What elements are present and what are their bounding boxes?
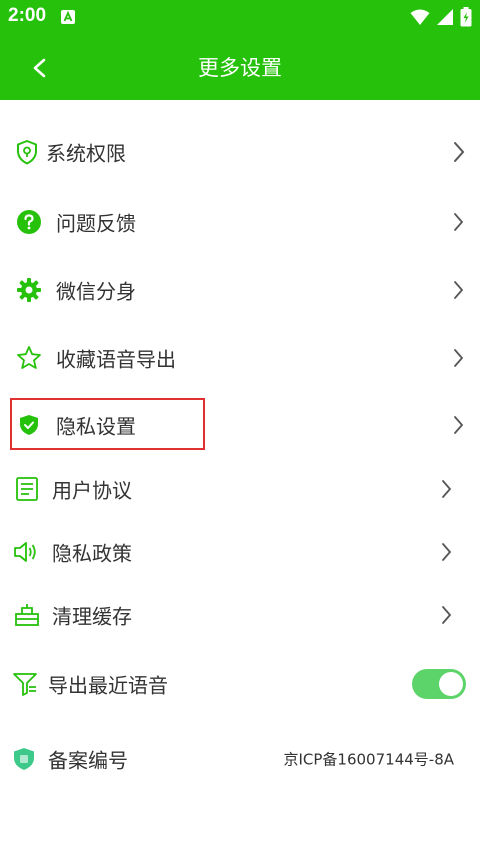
menu-item-export-recent: 导出最近语音 xyxy=(0,652,480,716)
menu-item-label: 隐私设置 xyxy=(56,414,136,439)
export-icon xyxy=(13,673,37,696)
chevron-right-icon xyxy=(454,281,464,299)
menu-item-label: 收藏语音导出 xyxy=(56,347,176,372)
chevron-right-icon xyxy=(454,213,464,231)
menu-item-label: 微信分身 xyxy=(56,279,136,304)
chevron-right-icon xyxy=(454,142,465,162)
chevron-right-icon xyxy=(442,480,452,498)
menu-item-privacy-policy[interactable]: 隐私政策 xyxy=(0,520,480,584)
chevron-right-icon xyxy=(454,349,464,367)
menu-item-label: 隐私政策 xyxy=(52,541,132,566)
star-icon xyxy=(17,346,41,369)
status-icons xyxy=(410,7,472,27)
menu-item-label: 问题反馈 xyxy=(56,211,136,236)
menu-item-system-permissions[interactable]: 系统权限 xyxy=(0,120,480,184)
gear-icon xyxy=(17,278,41,302)
menu-item-label: 清理缓存 xyxy=(52,604,132,629)
record-shield-icon xyxy=(14,748,34,770)
menu-item-label: 备案编号 xyxy=(48,748,128,773)
menu-item-label: 导出最近语音 xyxy=(48,673,168,698)
shield-location-icon xyxy=(17,140,37,165)
menu-item-user-agreement[interactable]: 用户协议 xyxy=(0,457,480,521)
menu-item-clear-cache[interactable]: 清理缓存 xyxy=(0,583,480,647)
chevron-right-icon xyxy=(442,606,452,624)
speaker-icon xyxy=(14,542,36,562)
menu-item-feedback[interactable]: 问题反馈 xyxy=(0,190,480,254)
battery-icon xyxy=(460,7,472,27)
menu-item-export-favorites[interactable]: 收藏语音导出 xyxy=(0,326,480,390)
record-number-value: 京ICP备16007144号-8A xyxy=(283,750,454,769)
shield-check-icon xyxy=(20,415,38,435)
broom-icon xyxy=(15,604,39,626)
status-bar: 2:00 xyxy=(0,0,480,34)
question-icon xyxy=(17,210,41,234)
menu-item-wechat-clone[interactable]: 微信分身 xyxy=(0,258,480,322)
menu-item-label: 用户协议 xyxy=(52,478,132,503)
menu-item-label: 系统权限 xyxy=(46,141,126,166)
export-recent-toggle[interactable] xyxy=(412,669,466,699)
a-icon xyxy=(61,10,75,24)
status-time: 2:00 xyxy=(8,5,47,26)
chevron-right-icon xyxy=(454,416,464,434)
app-header: 更多设置 xyxy=(0,34,480,100)
signal-icon xyxy=(437,9,453,25)
wifi-icon xyxy=(410,9,430,25)
toggle-knob xyxy=(439,672,463,696)
chevron-right-icon xyxy=(442,543,452,561)
menu-item-privacy-settings[interactable]: 隐私设置 xyxy=(0,393,480,457)
document-icon xyxy=(16,477,38,501)
menu-item-record-number: 备案编号 京ICP备16007144号-8A xyxy=(0,727,480,791)
page-title: 更多设置 xyxy=(198,56,282,80)
